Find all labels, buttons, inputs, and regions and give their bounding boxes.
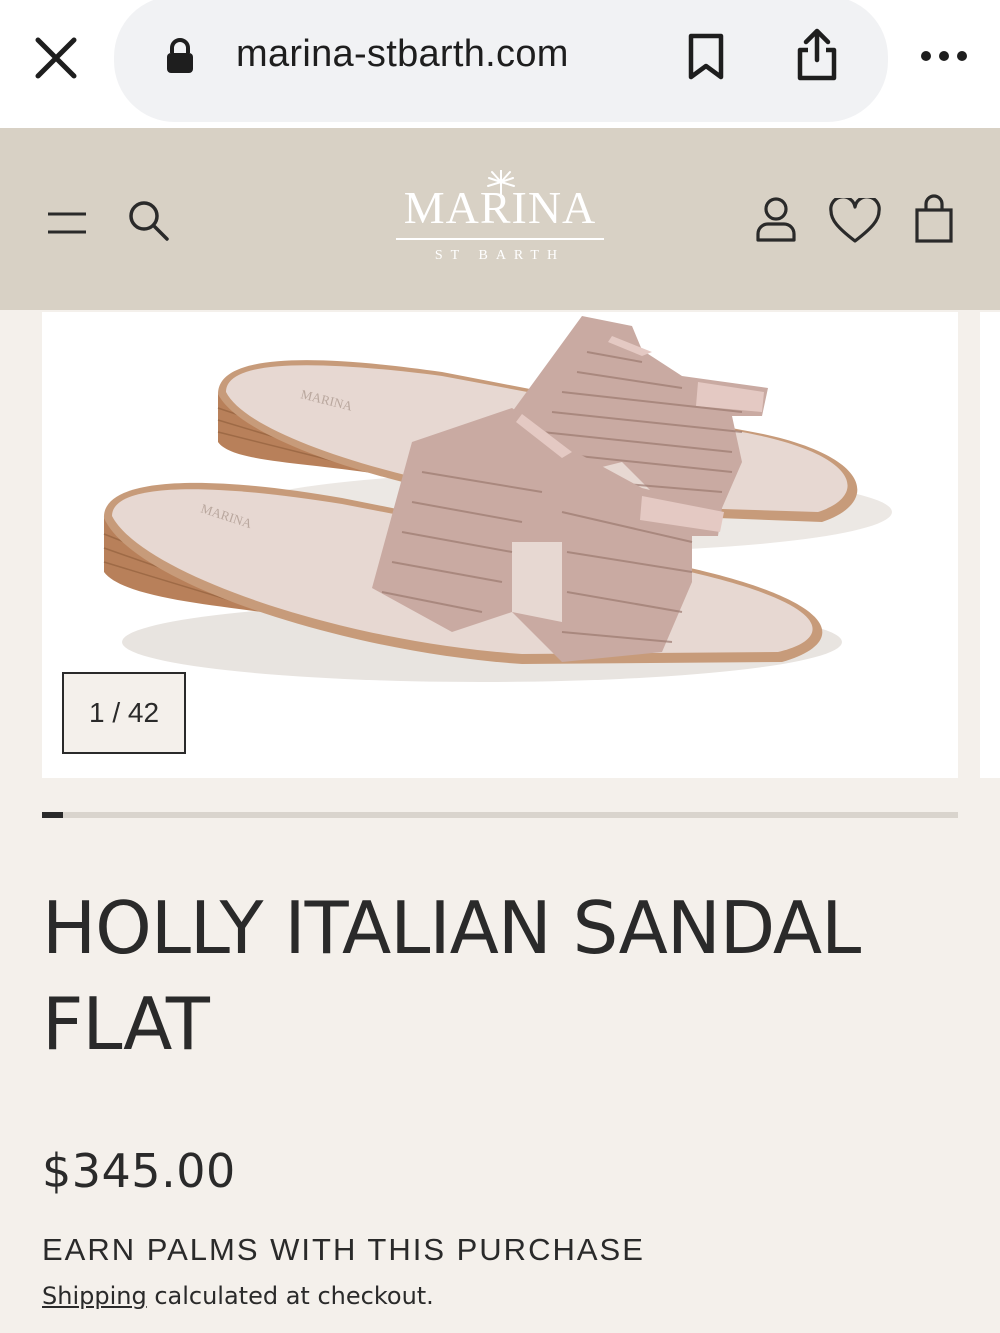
share-icon[interactable] [794,28,840,82]
site-header: MARINA ST BARTH [0,128,1000,310]
logo-divider [396,238,604,240]
browser-toolbar: marina-stbarth.com [0,0,1000,128]
search-icon[interactable] [126,198,170,242]
lock-icon [166,38,194,74]
product-title: HOLLY ITALIAN SANDAL FLAT [42,886,861,1066]
gallery-progress-bar [42,812,958,818]
cart-icon[interactable] [912,194,956,244]
logo-subtitle: ST BARTH [434,248,566,263]
product-gallery[interactable]: MARINA MARINA 1 / 42 [42,312,958,778]
close-icon[interactable] [30,32,82,84]
shipping-note-text: calculated at checkout. [146,1282,434,1310]
logo-wordmark: MARINA [403,182,597,233]
shipping-note: Shipping calculated at checkout. [42,1282,434,1310]
gallery-progress-fill [42,812,64,818]
menu-icon[interactable] [46,208,88,238]
url-text[interactable]: marina-stbarth.com [236,33,569,76]
wishlist-icon[interactable] [828,195,882,244]
bookmark-icon[interactable] [686,32,726,82]
slide-counter: 1 / 42 [62,672,186,754]
product-price: $345.00 [42,1144,236,1198]
more-icon[interactable] [918,44,970,68]
account-icon[interactable] [754,196,798,242]
next-slide-preview[interactable] [980,312,1000,778]
site-logo[interactable]: MARINA ST BARTH [390,169,610,272]
earn-palms-text: EARN PALMS WITH THIS PURCHASE [42,1232,645,1267]
shipping-link[interactable]: Shipping [42,1282,147,1310]
